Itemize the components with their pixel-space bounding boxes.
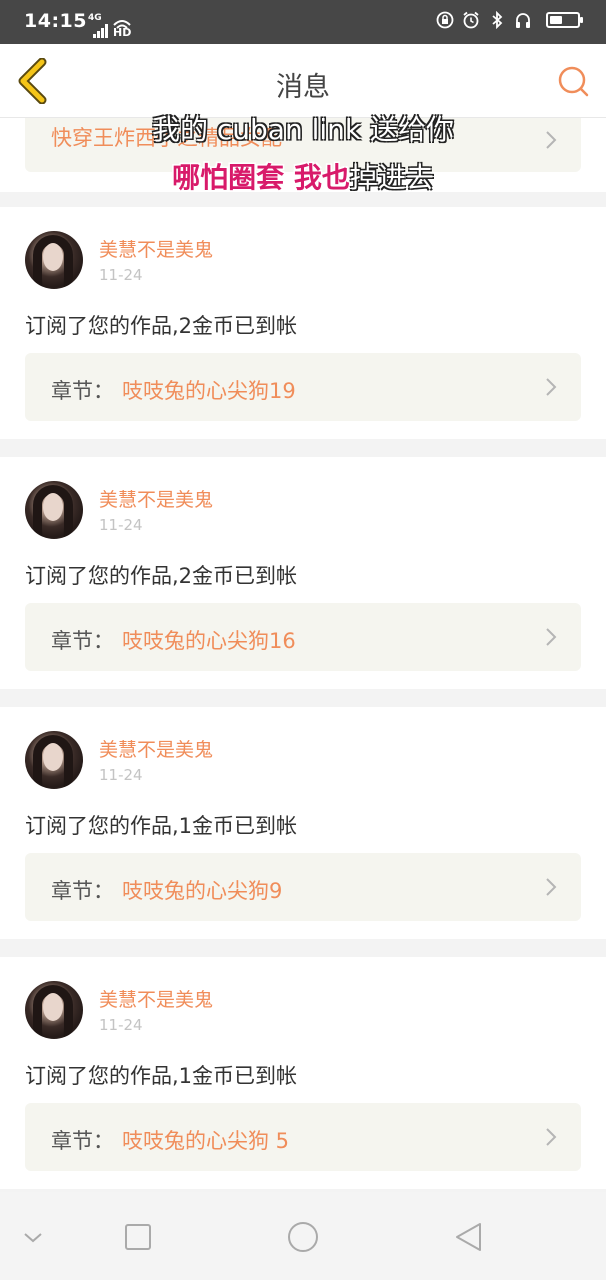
- chevron-right-icon: [546, 878, 557, 896]
- message-date: 11-24: [99, 766, 143, 784]
- chapter-link[interactable]: 章节： 吱吱兔的心尖狗 5: [25, 1103, 581, 1171]
- subtitle-highlight: 哪怕圈套 我也: [172, 161, 350, 194]
- battery-icon: [546, 12, 583, 28]
- lock-rotation-icon: [436, 11, 454, 29]
- chevron-right-icon: [546, 378, 557, 396]
- chapter-title: 吱吱兔的心尖狗9: [122, 879, 283, 903]
- chapter-label: 章节：: [51, 1129, 114, 1153]
- headphones-icon: [516, 13, 530, 28]
- page-title: 消息: [276, 72, 330, 103]
- chapter-link[interactable]: 章节： 吱吱兔的心尖狗16: [25, 603, 581, 671]
- chapter-label: 章节：: [51, 879, 114, 903]
- bluetooth-icon: [492, 11, 503, 29]
- avatar[interactable]: [25, 731, 83, 789]
- username[interactable]: 美慧不是美鬼: [99, 735, 213, 762]
- username[interactable]: 美慧不是美鬼: [99, 235, 213, 262]
- system-nav-bar: [0, 1192, 606, 1280]
- username[interactable]: 美慧不是美鬼: [99, 485, 213, 512]
- message-text: 订阅了您的作品,1金币已到帐: [25, 1064, 298, 1088]
- recent-apps-icon[interactable]: [121, 1220, 155, 1254]
- message-date: 11-24: [99, 1016, 143, 1034]
- chapter-title: 吱吱兔的心尖狗16: [122, 629, 296, 653]
- message-date: 11-24: [99, 266, 143, 284]
- username[interactable]: 美慧不是美鬼: [99, 985, 213, 1012]
- alarm-icon: [463, 11, 479, 29]
- chapter-title: 吱吱兔的心尖狗 5: [122, 1129, 290, 1153]
- message-card: 美慧不是美鬼 11-24 订阅了您的作品,2金币已到帐 章节： 吱吱兔的心尖狗1…: [0, 207, 606, 439]
- chapter-label: 章节：: [51, 379, 114, 403]
- message-card: 美慧不是美鬼 11-24 订阅了您的作品,1金币已到帐 章节： 吱吱兔的心尖狗9: [0, 707, 606, 939]
- message-text: 订阅了您的作品,2金币已到帐: [25, 564, 298, 588]
- hd-badge: HD: [113, 26, 132, 39]
- chevron-down-icon[interactable]: [16, 1220, 50, 1254]
- message-text: 订阅了您的作品,2金币已到帐: [25, 314, 298, 338]
- message-card: 美慧不是美鬼 11-24 订阅了您的作品,2金币已到帐 章节： 吱吱兔的心尖狗1…: [0, 457, 606, 689]
- video-subtitle-line1: 我的 cuban link 送给你: [151, 113, 455, 146]
- message-date: 11-24: [99, 516, 143, 534]
- message-text: 订阅了您的作品,1金币已到帐: [25, 814, 298, 838]
- back-triangle-icon[interactable]: [452, 1220, 486, 1254]
- home-icon[interactable]: [286, 1220, 320, 1254]
- chapter-link[interactable]: 章节： 吱吱兔的心尖狗19: [25, 353, 581, 421]
- video-subtitle-line2: 哪怕圈套 我也掉进去: [0, 156, 606, 196]
- chapter-title: 吱吱兔的心尖狗19: [122, 379, 296, 403]
- status-time: 14:15: [24, 10, 87, 32]
- chapter-label: 章节：: [51, 629, 114, 653]
- status-bar: 14:15 4G HD: [0, 0, 606, 44]
- chevron-right-icon: [546, 1128, 557, 1146]
- avatar[interactable]: [25, 981, 83, 1039]
- top-bar: 消息: [0, 44, 606, 118]
- chapter-link[interactable]: 章节： 吱吱兔的心尖狗9: [25, 853, 581, 921]
- message-card: 美慧不是美鬼 11-24 订阅了您的作品,1金币已到帐 章节： 吱吱兔的心尖狗 …: [0, 957, 606, 1189]
- avatar[interactable]: [25, 231, 83, 289]
- signal-icon: [93, 24, 108, 38]
- avatar[interactable]: [25, 481, 83, 539]
- chevron-right-icon: [546, 628, 557, 646]
- subtitle-rest: 掉进去: [349, 161, 434, 194]
- search-icon[interactable]: [556, 64, 590, 98]
- message-list: 快穿王炸西子之精品女配 美慧不是美鬼 11-24 订阅了您的作品,2金币已到帐 …: [0, 118, 606, 1192]
- network-type: 4G: [88, 13, 102, 23]
